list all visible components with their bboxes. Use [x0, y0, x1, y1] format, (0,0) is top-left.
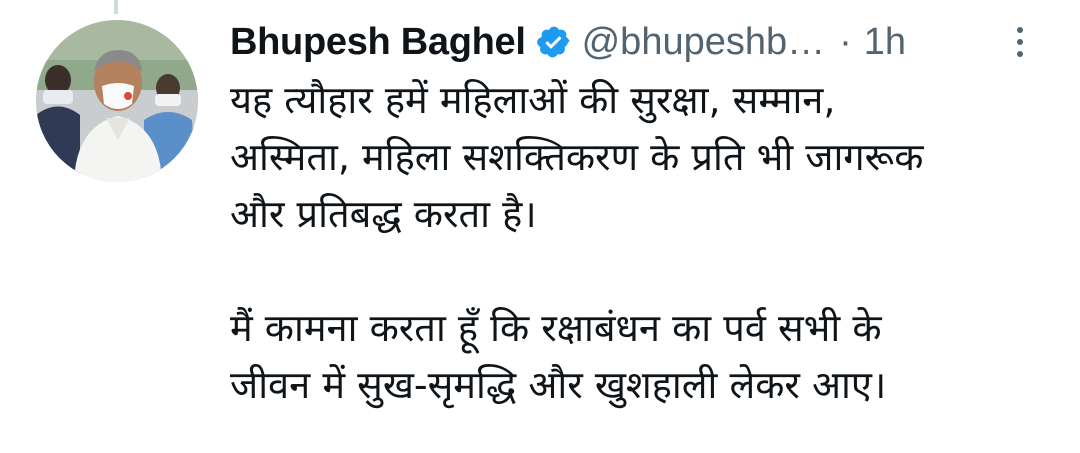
- timestamp[interactable]: 1h: [864, 21, 906, 64]
- tweet-header: Bhupesh Baghel @bhupeshb… · 1h: [230, 14, 906, 70]
- separator-dot: ·: [839, 20, 852, 63]
- author-name[interactable]: Bhupesh Baghel: [230, 21, 526, 64]
- verified-badge-icon: [536, 24, 572, 60]
- avatar[interactable]: [36, 20, 198, 182]
- thread-connector-line: [114, 0, 118, 14]
- more-vertical-icon[interactable]: [1008, 22, 1032, 62]
- tweet-paragraph: यह त्यौहार हमें महिलाओं की सुरक्षा, सम्म…: [230, 78, 924, 236]
- tweet-paragraph: मैं कामना करता हूँ कि रक्षाबंधन का पर्व …: [230, 306, 887, 407]
- tweet-text: यह त्यौहार हमें महिलाओं की सुरक्षा, सम्म…: [230, 72, 1050, 414]
- avatar-photo: [36, 20, 198, 182]
- author-handle[interactable]: @bhupeshb…: [582, 21, 826, 64]
